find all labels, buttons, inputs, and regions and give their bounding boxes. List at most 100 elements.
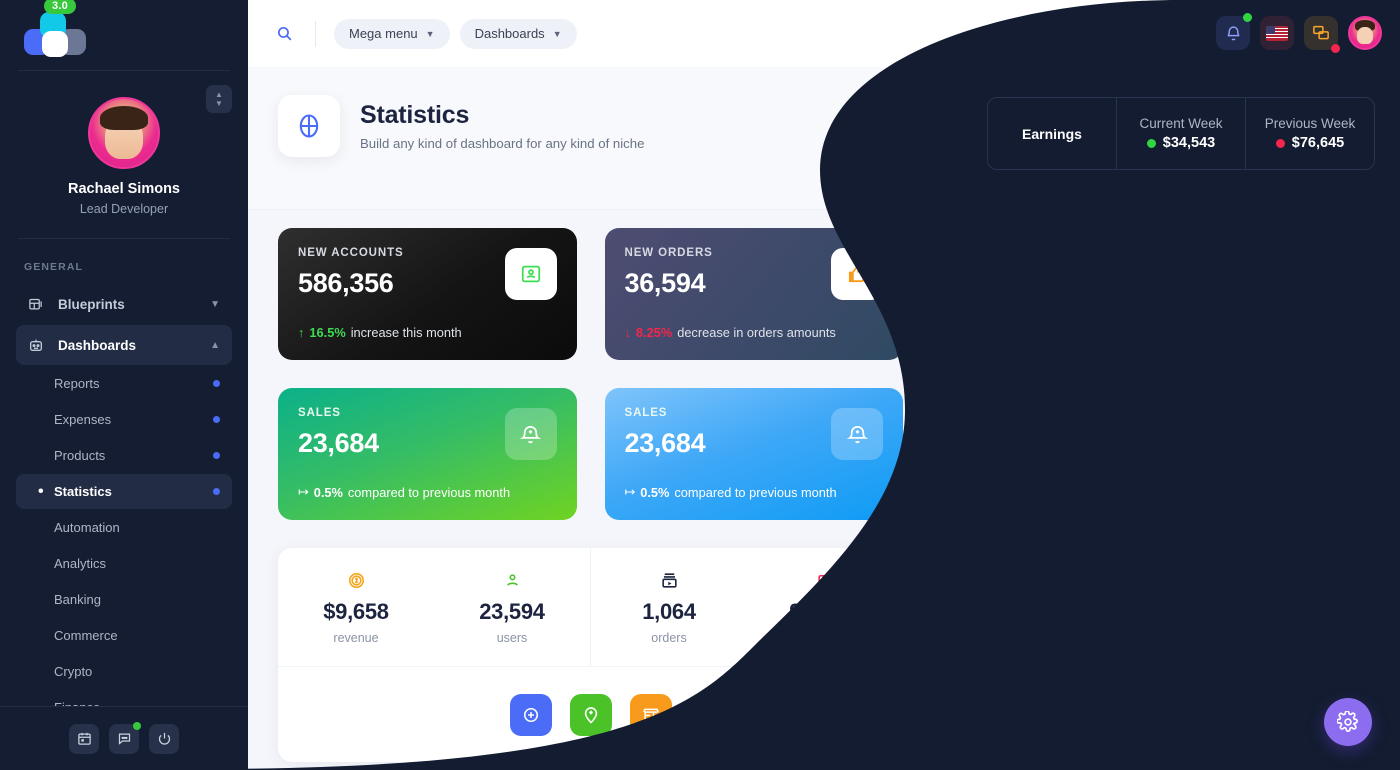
sidebar-nav: GENERAL Blueprints ▼ Dashboards ▲ Report… xyxy=(0,239,248,706)
plus-icon: + xyxy=(1296,639,1306,655)
calendar-icon[interactable] xyxy=(69,723,99,754)
avatar-initials: ET xyxy=(1327,256,1343,268)
sidebar-subitem-label: Reports xyxy=(54,376,100,391)
app-logo[interactable]: 3.0 xyxy=(0,0,248,70)
sidebar-subitem-products[interactable]: Products xyxy=(16,438,232,473)
sidebar-subitem-statistics[interactable]: • Statistics xyxy=(16,474,232,509)
avatar xyxy=(946,456,986,496)
status-dot-icon xyxy=(1275,138,1285,148)
plus-icon: + xyxy=(1296,582,1306,598)
profile-role: Lead Developer xyxy=(79,202,169,216)
stat-card-footer: ↦ 0.5% compared to previous month xyxy=(625,484,837,500)
stat-card-sales-green[interactable]: SALES 23,684 ↦ 0.5% compared to previous… xyxy=(278,388,577,520)
sidebar-subitem-banking[interactable]: Banking xyxy=(16,582,232,617)
plus-circle-icon[interactable] xyxy=(509,693,552,736)
stat-card-footer: ↑ 16.5% increase this month xyxy=(298,325,462,340)
search-input[interactable] xyxy=(975,358,1352,373)
earnings-panel: Earnings Current Week $34,543 Previous W… xyxy=(987,97,1375,170)
sidebar-subitem-finance[interactable]: Finance xyxy=(16,690,232,706)
unread-dot-icon xyxy=(133,721,141,730)
store-plus-icon[interactable] xyxy=(629,693,672,736)
sidebar-subitem-label: Crypto xyxy=(54,664,93,679)
list-item[interactable]: Ede Stoving Online + ADD xyxy=(926,562,1372,619)
bell-icon[interactable] xyxy=(1216,13,1252,50)
kpi-value: 1,064 xyxy=(642,599,696,624)
stat-card-foot-text: compared to previous month xyxy=(674,484,837,500)
sidebar-subitem-analytics[interactable]: Analytics xyxy=(16,546,232,581)
add-contact-button[interactable]: + ADD xyxy=(1282,461,1352,491)
earnings-current-week: Current Week $34,543 xyxy=(1116,98,1245,169)
sidebar-subitem-commerce[interactable]: Commerce xyxy=(16,618,232,653)
stat-card-foot-text: decrease in orders amounts xyxy=(677,325,836,340)
map-pin-plus-icon[interactable] xyxy=(569,693,612,736)
sidebar-item-label: Blueprints xyxy=(58,296,125,312)
avatar xyxy=(946,513,986,553)
user-avatar[interactable] xyxy=(1348,16,1382,50)
sidebar-subitem-crypto[interactable]: Crypto xyxy=(16,654,232,689)
contact-name: Gunilla Canario xyxy=(1000,461,1100,476)
sidebar-subitem-reports[interactable]: Reports xyxy=(16,366,232,401)
add-contact-button[interactable]: + ADD xyxy=(1282,632,1352,662)
search-icon[interactable] xyxy=(276,25,293,42)
logo-icon xyxy=(20,12,86,58)
status-dot-icon xyxy=(1000,481,1007,489)
view-all-participants-button[interactable]: View all participants → xyxy=(1057,702,1241,734)
kpi-value: 23,594 xyxy=(479,599,545,624)
kpi-value: $9,658 xyxy=(323,599,389,624)
flag-usa-icon[interactable] xyxy=(1260,16,1294,50)
status-dot-icon xyxy=(1317,269,1326,278)
contact-name: Haydn Porter xyxy=(1000,632,1085,647)
notification-dot-icon xyxy=(1243,13,1252,22)
gear-icon[interactable] xyxy=(1324,698,1372,746)
sidebar-profile: ▲ ▼ Rachael Simons Lead Developer xyxy=(0,71,248,238)
delete-all-button[interactable]: Delete all xyxy=(946,310,1002,325)
thumbs-up-icon xyxy=(831,248,883,300)
chat-icon[interactable] xyxy=(109,721,141,754)
earnings-value-wrap: $76,645 xyxy=(1275,135,1344,151)
messenger-contact-list: Munroe Dacks Online + ADD Gunilla Canario… xyxy=(926,391,1372,711)
list-item[interactable]: Haydn Porter Online + ADD xyxy=(926,619,1372,676)
list-item[interactable]: Gunilla Canario Online + ADD xyxy=(926,448,1372,505)
kpi-caption: revenue xyxy=(333,631,379,645)
contact-status: Online xyxy=(1000,479,1268,491)
messenger-search[interactable] xyxy=(926,341,1372,391)
sidebar-subitem-automation[interactable]: Automation xyxy=(16,510,232,545)
messenger-footer: View all participants → xyxy=(926,685,1372,751)
profile-switch-button[interactable]: ▲ ▼ xyxy=(206,85,232,113)
sidebar-item-blueprints[interactable]: Blueprints ▼ xyxy=(16,284,232,324)
plus-icon: + xyxy=(1296,525,1306,541)
page-subtitle: Build any kind of dashboard for any kind… xyxy=(360,136,645,151)
topbar-right-actions xyxy=(1216,13,1382,53)
add-label: ADD xyxy=(1312,470,1338,482)
add-contact-button[interactable]: + ADD xyxy=(1282,404,1352,434)
list-item[interactable]: Rowena Geistmann Online + ADD xyxy=(926,505,1372,562)
contact-status: Online xyxy=(1000,422,1268,434)
add-contact-button[interactable]: + ADD xyxy=(1282,575,1352,605)
mega-menu-button[interactable]: Mega menu ▼ xyxy=(334,18,450,49)
sidebar-subitem-expenses[interactable]: Expenses xyxy=(16,402,232,437)
contact-name: Rowena Geistmann xyxy=(1000,518,1126,533)
add-contact-button[interactable]: + ADD xyxy=(1282,518,1352,548)
list-item[interactable]: Munroe Dacks Online + ADD xyxy=(926,391,1372,448)
messenger-header: MESSAGES Messenger Window ET xyxy=(926,229,1372,293)
add-label: ADD xyxy=(1312,584,1338,596)
status-dot-icon xyxy=(213,380,220,387)
profile-avatar[interactable] xyxy=(88,97,160,169)
kpi-caption: users xyxy=(496,631,528,645)
robot-icon xyxy=(28,337,50,353)
stat-card-new-orders[interactable]: NEW ORDERS 36,594 ↓ 8.25% decrease in or… xyxy=(604,228,903,360)
status-dot-icon xyxy=(213,488,220,495)
contact-status: Online xyxy=(1000,650,1268,662)
power-icon[interactable] xyxy=(149,723,179,754)
topbar-divider xyxy=(315,20,316,47)
sidebar-item-dashboards[interactable]: Dashboards ▲ xyxy=(16,325,232,365)
stat-card-sales-blue[interactable]: SALES 23,684 ↦ 0.5% compared to previous… xyxy=(604,388,903,520)
stat-card-new-accounts[interactable]: NEW ACCOUNTS 586,356 ↑ 16.5% increase th… xyxy=(278,228,577,360)
dashboards-menu-button[interactable]: Dashboards ▼ xyxy=(459,18,577,49)
kpi-revenue: $9,658 revenue xyxy=(278,548,434,666)
kpi-panel: $9,658 revenue 23,594 users 1,064 orders… xyxy=(278,548,903,762)
contact-name: Ede Stoving xyxy=(1000,575,1079,590)
sidebar-subitem-label: Banking xyxy=(54,592,101,607)
messages-icon[interactable] xyxy=(1304,16,1340,53)
messenger-avatar[interactable]: ET xyxy=(1317,245,1352,279)
